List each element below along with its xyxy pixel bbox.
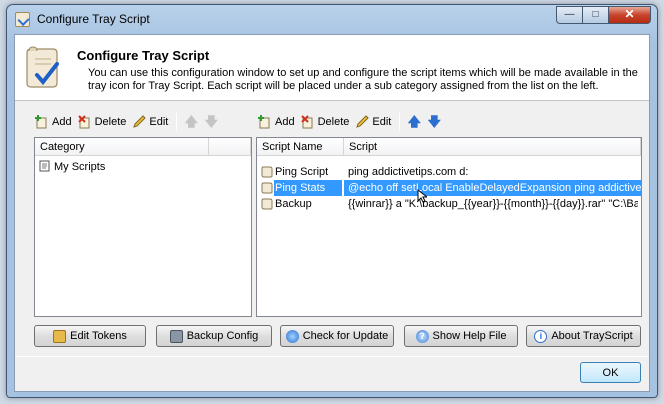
maximize-button[interactable]: □ [582, 6, 608, 24]
script-row[interactable]: Backup {{winrar}} a "K:\backup_{{year}}-… [257, 196, 641, 212]
script-add-button[interactable]: Add [258, 115, 295, 129]
delete-icon [300, 115, 313, 129]
category-move-up-icon[interactable]: 🡅 [183, 114, 199, 130]
category-item[interactable]: My Scripts [39, 159, 219, 175]
category-add-button[interactable]: Add [35, 115, 72, 129]
script-edit-button[interactable]: Edit [355, 115, 391, 129]
minimize-button[interactable]: — [556, 6, 582, 24]
category-list[interactable]: Category My Scripts [34, 137, 252, 317]
globe-update-icon [285, 329, 299, 343]
header-title: Configure Tray Script [77, 48, 210, 63]
backup-drive-icon [169, 329, 183, 343]
pencil-icon [133, 115, 147, 128]
window-title: Configure Tray Script [37, 12, 150, 26]
folder-script-icon [39, 160, 50, 172]
about-trayscript-button[interactable]: i About TrayScript [526, 325, 641, 347]
script-row[interactable]: Ping Stats @echo off setLocal EnableDela… [257, 180, 641, 196]
configure-tray-script-window: Configure Tray Script — □ ✕ Configure Tr… [6, 4, 658, 398]
caption-buttons: — □ ✕ [556, 6, 651, 24]
script-name-column-header[interactable]: Script Name [257, 138, 344, 156]
backup-config-button[interactable]: Backup Config [156, 325, 272, 347]
script-name-cell: Backup [275, 198, 312, 210]
check-for-update-button[interactable]: Check for Update [280, 325, 394, 347]
script-column-header[interactable]: Script [344, 138, 641, 156]
category-add-label: Add [52, 116, 72, 128]
script-cell: ping addictivetips.com d: [348, 166, 469, 178]
title-bar[interactable]: Configure Tray Script — □ ✕ [7, 5, 657, 33]
delete-icon [77, 115, 90, 129]
category-delete-label: Delete [94, 116, 127, 128]
info-icon: i [534, 329, 548, 343]
tray-script-app-icon [15, 12, 30, 27]
script-list[interactable]: Script Name Script Ping Script ping addi… [256, 137, 642, 317]
about-trayscript-label: About TrayScript [551, 330, 633, 342]
script-cell: @echo off setLocal EnableDelayedExpansio… [344, 180, 641, 196]
category-edit-button[interactable]: Edit [132, 115, 168, 129]
dialog-header: Configure Tray Script You can use this c… [15, 35, 649, 101]
ok-button[interactable]: OK [580, 362, 641, 383]
show-help-file-label: Show Help File [432, 330, 507, 342]
edit-tokens-button[interactable]: Edit Tokens [34, 325, 146, 347]
script-icon [261, 198, 273, 210]
check-for-update-label: Check for Update [302, 330, 389, 342]
dialog-client-area: Configure Tray Script You can use this c… [14, 34, 650, 392]
category-column-header[interactable]: Category [35, 138, 209, 156]
script-icon [261, 182, 273, 194]
category-delete-button[interactable]: Delete [77, 115, 127, 129]
tokens-icon [53, 329, 67, 343]
show-help-file-button[interactable]: ? Show Help File [404, 325, 518, 347]
add-icon [35, 115, 47, 129]
script-cell: {{winrar}} a "K:\backup_{{year}}-{{month… [348, 198, 638, 210]
script-edit-label: Edit [372, 116, 392, 128]
mouse-cursor-icon [417, 189, 427, 203]
category-toolbar: Add Delete Edit 🡅 🡇 [35, 109, 223, 135]
blank-column-header [209, 138, 251, 156]
add-icon [258, 115, 270, 129]
script-name-cell: Ping Script [275, 166, 329, 178]
script-icon [261, 166, 273, 178]
category-move-down-icon[interactable]: 🡇 [203, 114, 219, 130]
category-edit-label: Edit [149, 116, 169, 128]
script-add-label: Add [275, 116, 295, 128]
script-move-up-icon[interactable]: 🡅 [406, 114, 422, 130]
header-description: You can use this configuration window to… [88, 67, 638, 92]
pencil-icon [356, 115, 370, 128]
script-move-down-icon[interactable]: 🡇 [426, 114, 442, 130]
help-icon: ? [415, 329, 429, 343]
script-name-cell: Ping Stats [274, 180, 342, 196]
script-toolbar: Add Delete Edit 🡅 🡇 [258, 109, 446, 135]
category-item-label: My Scripts [54, 161, 106, 173]
backup-config-label: Backup Config [186, 330, 259, 342]
scroll-checkmark-icon [26, 46, 59, 88]
toolbar-separator [176, 113, 178, 131]
toolbar-separator [399, 113, 401, 131]
footer-divider [15, 356, 649, 357]
script-row[interactable]: Ping Script ping addictivetips.com d: [257, 164, 641, 180]
close-button[interactable]: ✕ [608, 6, 651, 24]
edit-tokens-label: Edit Tokens [70, 330, 127, 342]
script-delete-button[interactable]: Delete [300, 115, 350, 129]
script-delete-label: Delete [317, 116, 350, 128]
